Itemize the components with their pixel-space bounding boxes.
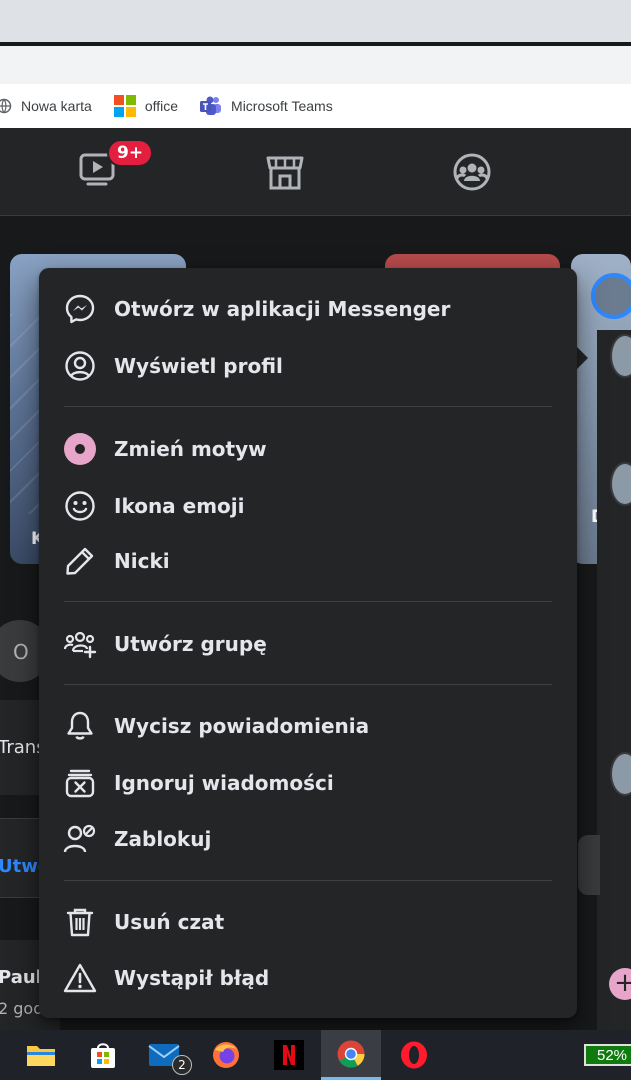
menu-item-emoji[interactable]: Ikona emoji — [39, 480, 577, 532]
create-group-icon — [63, 627, 97, 661]
menu-divider — [64, 880, 552, 881]
warning-icon — [63, 961, 97, 995]
opera-icon[interactable] — [384, 1030, 444, 1080]
menu-item-view-profile[interactable]: Wyświetl profil — [39, 340, 577, 392]
menu-item-delete-chat[interactable]: Usuń czat — [39, 896, 577, 948]
chrome-icon[interactable] — [321, 1030, 381, 1080]
firefox-icon[interactable] — [196, 1030, 256, 1080]
menu-divider — [64, 684, 552, 685]
profile-icon — [63, 349, 97, 383]
menu-item-label: Wycisz powiadomienia — [114, 714, 370, 738]
menu-item-nicknames[interactable]: Nicki — [39, 535, 577, 587]
battery-indicator: 52% — [584, 1044, 631, 1066]
menu-item-label: Ignoruj wiadomości — [114, 771, 334, 795]
menu-pointer — [576, 346, 588, 370]
menu-item-open-messenger[interactable]: Otwórz w aplikacji Messenger — [39, 283, 577, 335]
emoji-icon — [63, 489, 97, 523]
menu-divider — [64, 406, 552, 407]
menu-item-label: Nicki — [114, 549, 170, 573]
menu-item-block[interactable]: Zablokuj — [39, 813, 577, 865]
bookmarks-bar: Nowa karta office Microsoft Teams — [0, 84, 631, 128]
menu-divider — [64, 601, 552, 602]
globe-icon — [0, 98, 12, 114]
menu-item-mute[interactable]: Wycisz powiadomienia — [39, 700, 577, 752]
theme-icon — [63, 432, 97, 466]
menu-item-ignore[interactable]: Ignoruj wiadomości — [39, 757, 577, 809]
bookmark-teams[interactable]: Microsoft Teams — [200, 96, 333, 116]
menu-item-label: Utwórz grupę — [114, 632, 267, 656]
menu-item-label: Wystąpił błąd — [114, 966, 270, 990]
menu-item-label: Wyświetl profil — [114, 354, 283, 378]
menu-item-label: Usuń czat — [114, 910, 225, 934]
browser-tab-strip — [0, 0, 631, 42]
bell-icon — [63, 709, 97, 743]
menu-item-label: Otwórz w aplikacji Messenger — [114, 297, 451, 321]
bookmark-new-tab[interactable]: Nowa karta — [0, 98, 92, 114]
browser-address-bar[interactable] — [0, 46, 631, 84]
teams-icon — [200, 96, 222, 115]
composer-placeholder: O — [13, 640, 29, 664]
menu-item-label: Zablokuj — [114, 827, 212, 851]
post-author[interactable]: Paul — [0, 967, 42, 988]
windows-taskbar — [0, 1030, 631, 1080]
microsoft-logo-icon — [113, 95, 136, 117]
netflix-icon[interactable] — [259, 1030, 319, 1080]
post-timestamp: 2 god — [0, 999, 44, 1018]
groups-icon[interactable] — [452, 152, 492, 192]
menu-item-report-problem[interactable]: Wystąpił błąd — [39, 952, 577, 1004]
store-icon[interactable] — [73, 1030, 133, 1080]
trash-icon — [63, 905, 97, 939]
file-explorer-icon[interactable] — [11, 1030, 71, 1080]
bookmark-label: Nowa karta — [21, 98, 92, 114]
avatar — [591, 273, 631, 319]
bookmark-label: Microsoft Teams — [231, 98, 333, 114]
menu-item-label: Zmień motyw — [114, 437, 267, 461]
contacts-panel — [597, 330, 631, 1030]
watch-notification-badge: 9+ — [107, 139, 154, 167]
menu-item-change-theme[interactable]: Zmień motyw — [39, 423, 577, 475]
bookmark-office[interactable]: office — [113, 95, 179, 117]
messenger-icon — [63, 292, 97, 326]
mail-count-badge: 2 — [172, 1055, 192, 1075]
marketplace-icon[interactable] — [265, 152, 305, 192]
avatar — [578, 835, 600, 895]
block-user-icon — [63, 822, 97, 856]
menu-item-create-group[interactable]: Utwórz grupę — [39, 618, 577, 670]
menu-item-label: Ikona emoji — [114, 494, 245, 518]
ignore-messages-icon — [63, 766, 97, 800]
bookmark-label: office — [144, 98, 179, 114]
pencil-icon — [63, 544, 97, 578]
chat-options-menu: Otwórz w aplikacji Messenger Wyświetl pr… — [39, 268, 577, 1018]
